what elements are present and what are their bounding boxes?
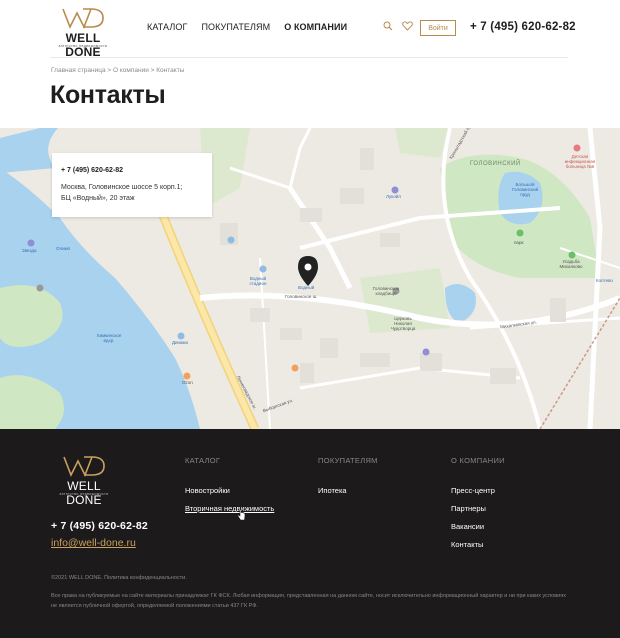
logo-mark-icon	[62, 8, 104, 29]
footer-column-header[interactable]: КАТАЛОГ	[185, 456, 274, 465]
map[interactable]: ГОЛОВИНСКИЙ Большой Головинский пруд Вод…	[0, 128, 620, 429]
login-button[interactable]: Войти	[420, 20, 456, 36]
map-label: Динамо	[172, 340, 189, 345]
heart-icon[interactable]	[402, 21, 413, 31]
nav-buyers[interactable]: ПОКУПАТЕЛЯМ	[201, 22, 270, 32]
map-label: Ozon	[182, 380, 193, 385]
map-info-card: + 7 (495) 620-62-82 Москва, Головинское …	[52, 153, 212, 217]
breadcrumb: Главная страница > О компании > Контакты	[51, 67, 184, 74]
map-label: Олимп	[56, 246, 71, 251]
header-icons	[383, 21, 413, 31]
logo-subtitle: агентство недвижимости	[58, 44, 108, 48]
map-label: Усадьба Михалково	[559, 259, 583, 269]
map-label: Химкинское вдхр.	[96, 333, 122, 343]
footer-logo-subtitle: агентство недвижимости	[59, 492, 109, 496]
map-label: Звезда	[22, 248, 37, 253]
footer-column-catalog: КАТАЛОГ Новостройки Вторичная недвижимос…	[185, 456, 274, 513]
map-label: Головинское ш.	[285, 294, 318, 299]
footer-column-about: О КОМПАНИИ Пресс-центр Партнеры Вакансии…	[451, 456, 505, 549]
map-label: ГОЛОВИНСКИЙ	[470, 161, 521, 167]
map-card-address-line2: БЦ «Водный», 20 этаж	[61, 195, 135, 202]
logo-mark-icon	[63, 456, 105, 477]
footer-link-vtorichnaya[interactable]: Вторичная недвижимость	[185, 504, 274, 513]
map-card-address: Москва, Головинское шоссе 5 корп.1; БЦ «…	[61, 182, 203, 204]
footer-copyright: ©2021 WELL DONE. Политика конфиденциальн…	[51, 575, 187, 581]
footer-link-press[interactable]: Пресс-центр	[451, 486, 505, 495]
nav-about[interactable]: О КОМПАНИИ	[284, 22, 347, 32]
logo[interactable]: WELL DONE агентство недвижимости	[50, 6, 116, 59]
map-label: Большой Головинский пруд	[511, 182, 539, 197]
privacy-policy-link[interactable]: Политика конфиденциальности.	[104, 575, 187, 581]
footer-link-ipoteka[interactable]: Ипотека	[318, 486, 378, 495]
footer: WELL DONE агентство недвижимости КАТАЛОГ…	[0, 429, 620, 638]
map-label: Водный стадион	[249, 276, 267, 286]
footer-legal-note: Все права на публикуемые на сайте матери…	[51, 593, 566, 609]
map-label: Головинское кладбище	[372, 286, 400, 296]
map-card-address-line1: Москва, Головинское шоссе 5 корп.1;	[61, 184, 183, 191]
map-label: Коптево	[596, 278, 613, 283]
map-label: Детская инфекционная больница №6	[564, 154, 596, 169]
map-card-phone[interactable]: + 7 (495) 620-62-82	[61, 167, 203, 174]
footer-column-header[interactable]: ПОКУПАТЕЛЯМ	[318, 456, 378, 465]
map-label: Водный	[298, 285, 315, 290]
main-nav: КАТАЛОГ ПОКУПАТЕЛЯМ О КОМПАНИИ	[147, 22, 347, 32]
cursor-icon	[237, 509, 246, 521]
nav-catalog[interactable]: КАТАЛОГ	[147, 22, 187, 32]
map-label: Церковь Николая Чудотворца	[390, 316, 416, 331]
header-divider	[50, 57, 568, 58]
breadcrumb-sep: >	[105, 67, 113, 74]
copyright-text: ©2021 WELL DONE.	[51, 575, 103, 581]
map-label: Лукойл	[386, 194, 401, 199]
breadcrumb-about[interactable]: О компании	[113, 67, 149, 74]
footer-logo[interactable]: WELL DONE агентство недвижимости	[51, 454, 117, 507]
footer-link-partners[interactable]: Партнеры	[451, 504, 505, 513]
header: WELL DONE агентство недвижимости КАТАЛОГ…	[0, 0, 620, 59]
footer-column-header[interactable]: О КОМПАНИИ	[451, 456, 505, 465]
footer-link-vacancies[interactable]: Вакансии	[451, 522, 505, 531]
page-title: Контакты	[50, 81, 166, 109]
header-phone[interactable]: + 7 (495) 620-62-82	[470, 21, 576, 33]
footer-phone[interactable]: + 7 (495) 620-62-82	[51, 520, 148, 532]
search-icon[interactable]	[383, 21, 393, 31]
footer-column-buyers: ПОКУПАТЕЛЯМ Ипотека	[318, 456, 378, 495]
footer-link-contacts[interactable]: Контакты	[451, 540, 505, 549]
footer-email[interactable]: info@well-done.ru	[51, 537, 136, 549]
footer-link-novostroyki[interactable]: Новостройки	[185, 486, 274, 495]
breadcrumb-home[interactable]: Главная страница	[51, 67, 106, 74]
map-label: парк	[514, 240, 524, 245]
breadcrumb-contacts: Контакты	[156, 67, 185, 74]
